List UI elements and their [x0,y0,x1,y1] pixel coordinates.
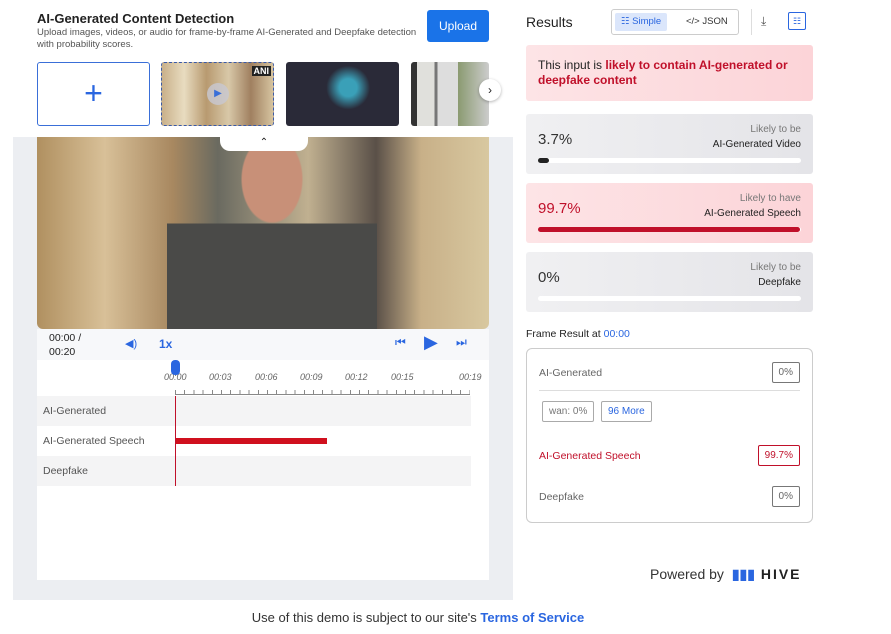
video-player[interactable] [37,137,489,329]
divider [539,390,800,391]
speed-button[interactable]: 1x [159,337,172,351]
play-icon: ▶ [207,83,229,105]
frame-label: Frame Result at [526,328,604,340]
add-media-button[interactable]: + [37,62,150,126]
skip-back-icon[interactable]: ⏮ [395,335,406,350]
score-card-speech: 99.7% Likely to have AI-Generated Speech [526,183,813,243]
page-title: AI-Generated Content Detection [37,11,235,26]
tab-simple-label: Simple [632,16,662,27]
thumbnail-video-selected[interactable]: ANI ▶ [161,62,274,126]
timeline-row: AI-Generated [37,396,471,426]
time-total: 00:20 [49,346,76,358]
frame-speech-label: AI-Generated Speech [539,450,641,462]
frame-deepfake-label: Deepfake [539,491,584,503]
thumbnail-image[interactable] [286,62,399,126]
tick-label: 00:19 [459,372,482,382]
score-card-video: 3.7% Likely to be AI-Generated Video [526,114,813,174]
view-toggle: ☷ Simple </> JSON [611,9,739,35]
layout-icon[interactable]: ☷ [788,12,806,30]
timeline-row: Deepfake [37,456,471,486]
more-models-button[interactable]: 96 More [601,401,652,422]
frame-ai-value: 0% [771,362,800,383]
tick-label: 00:09 [300,372,323,382]
score-caption: Likely to be [750,262,801,273]
model-chip: wan: 0% [542,401,595,422]
score-value: 3.7% [538,131,573,148]
download-icon[interactable]: ⤓ [761,14,766,29]
speech-segment-bar[interactable] [176,438,327,444]
score-bar-fill [538,227,801,232]
frame-time[interactable]: 00:00 [604,328,630,340]
collapse-button[interactable]: ⌃ [220,137,308,151]
tick-label: 00:12 [345,372,368,382]
score-bar [538,158,801,163]
video-frame [167,137,377,329]
score-bar [538,227,801,232]
frame-result-heading: Frame Result at 00:00 [526,328,630,340]
results-title: Results [526,14,573,30]
footer-text: Use of this demo is subject to our site'… [251,610,481,625]
terms-link[interactable]: Terms of Service [480,610,584,625]
tick-label: 00:15 [391,372,414,382]
frame-deepfake-value: 0% [771,486,800,507]
score-bar [538,296,801,301]
playhead-handle[interactable] [171,360,180,375]
powered-label: Powered by [650,566,724,582]
hive-brand: HIVE [760,566,802,582]
hive-logo[interactable]: ▮▮▮ HIVE [732,566,802,582]
frame-speech-value: 99.7% [757,445,800,466]
timeline-ruler [175,386,470,395]
tab-json[interactable]: </> JSON [680,13,734,31]
powered-by: Powered by ▮▮▮ HIVE [650,566,802,583]
score-bar-fill [538,158,549,163]
score-caption: Likely to be [750,124,801,135]
page-subtitle: Upload images, videos, or audio for fram… [37,27,417,50]
frame-ai-label: AI-Generated [539,367,603,379]
score-card-deepfake: 0% Likely to be Deepfake [526,252,813,312]
tab-simple[interactable]: ☷ Simple [615,13,668,31]
play-button[interactable]: ▶ [424,332,438,353]
alert-prefix: This input is [538,58,606,72]
score-label: AI-Generated Speech [704,208,801,219]
footer: Use of this demo is subject to our site'… [0,610,836,625]
chevron-right-icon[interactable]: › [479,79,501,101]
watermark: ANI [251,66,271,76]
divider [751,9,752,35]
upload-button[interactable]: Upload [427,10,489,42]
volume-icon[interactable]: ◀) [125,337,137,350]
skip-forward-icon[interactable]: ⏭ [456,335,467,350]
score-value: 99.7% [538,200,581,217]
verdict-alert: This input is likely to contain AI-gener… [526,45,813,101]
tick-label: 00:06 [255,372,278,382]
timeline: 00:00 00:03 00:06 00:09 00:12 00:15 00:1… [37,360,489,580]
score-label: Deepfake [758,277,801,288]
playhead-line [175,396,176,486]
player-controls: 00:00 / 00:20 ◀) 1x ⏮ ▶ ⏭ [37,329,489,360]
header: AI-Generated Content Detection Upload im… [0,0,513,137]
score-label: AI-Generated Video [712,139,801,150]
score-value: 0% [538,269,560,286]
frame-result-box: AI-Generated 0% wan: 0% 96 More AI-Gener… [526,348,813,523]
hive-logo-icon: ▮▮▮ [731,566,755,582]
thumbnail-image[interactable] [411,62,489,126]
score-caption: Likely to have [739,193,801,204]
tick-label: 00:03 [209,372,232,382]
time-readout: 00:00 / 00:20 [49,331,81,359]
time-current: 00:00 / [49,332,82,344]
